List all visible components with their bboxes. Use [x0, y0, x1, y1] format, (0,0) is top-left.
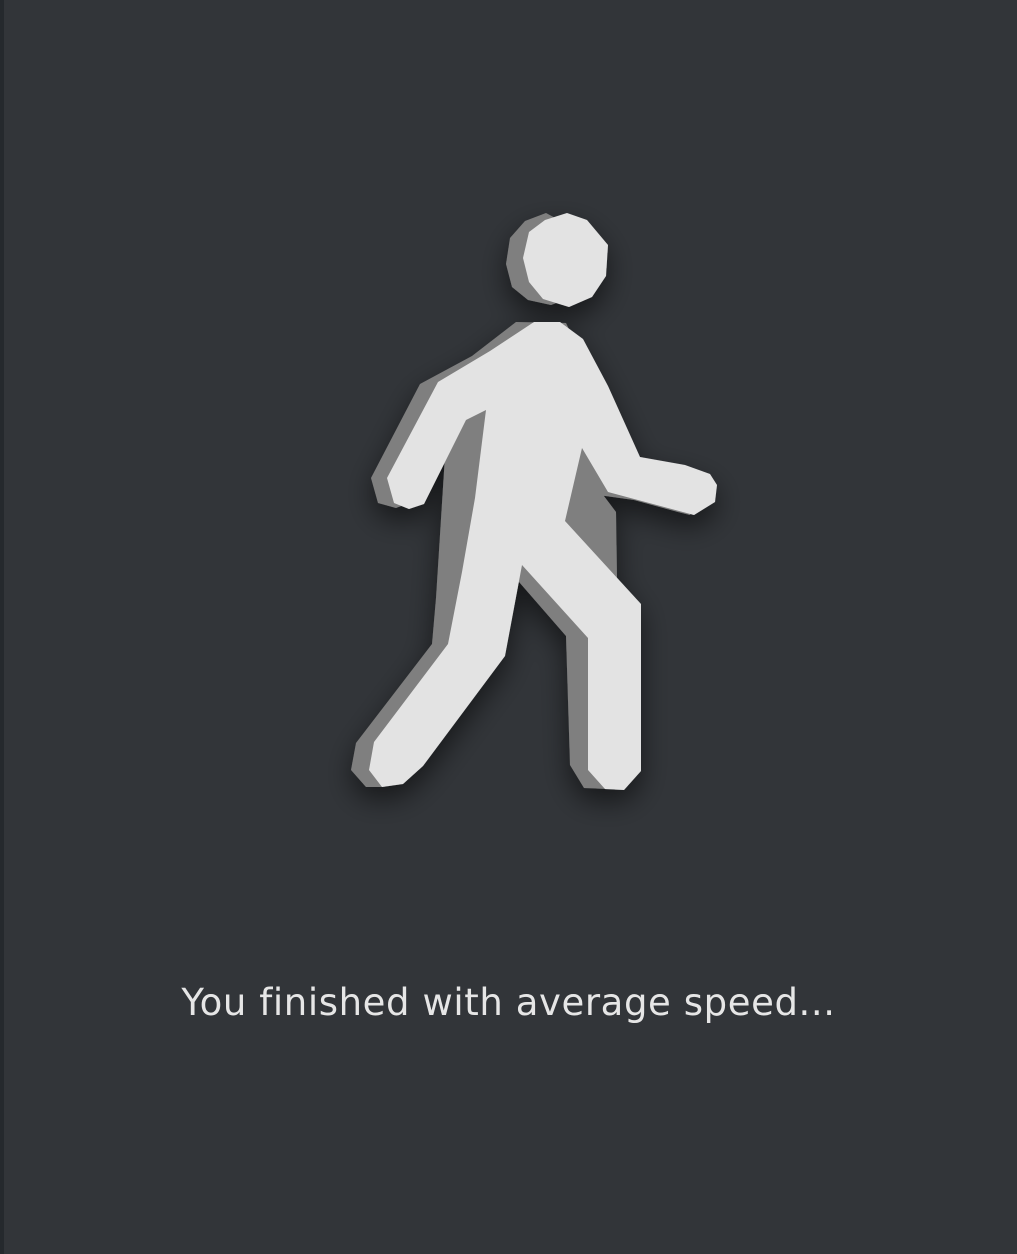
result-message: You finished with average speed...	[181, 981, 836, 1024]
speed-icon-container	[4, 0, 1017, 900]
walking-person-figure	[351, 213, 717, 790]
result-screen: You finished with average speed...	[4, 0, 1017, 1254]
walking-person-icon	[351, 213, 717, 790]
